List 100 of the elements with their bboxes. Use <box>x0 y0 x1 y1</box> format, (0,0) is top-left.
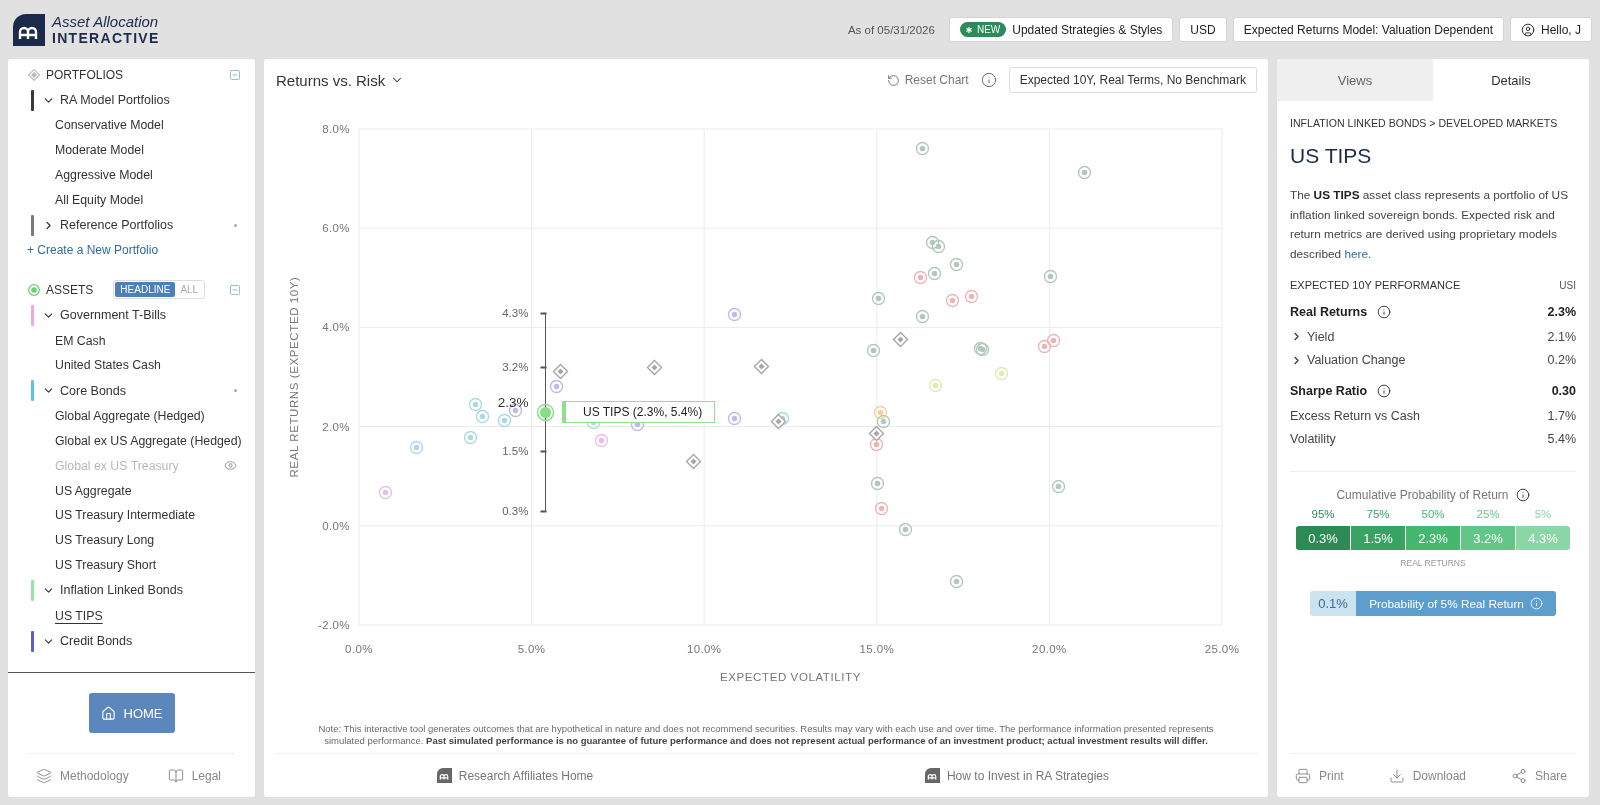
view-settings-button[interactable]: Expected 10Y, Real Terms, No Benchmark <box>1008 67 1257 93</box>
footer-link[interactable]: Research Affiliates Home <box>436 768 594 783</box>
home-button[interactable]: HOME <box>88 693 175 733</box>
tree-item[interactable]: Moderate Model <box>55 143 144 158</box>
range-label: 3.2% <box>502 361 529 374</box>
axis-tick-label: 20.0% <box>1032 643 1067 655</box>
point-tooltip: US TIPS (2.3%, 5.4%) <box>562 401 715 423</box>
currency-label: USI <box>1559 279 1576 291</box>
range-marker <box>540 366 547 369</box>
logo-icon <box>13 13 45 46</box>
axis-title: EXPECTED VOLATILITY <box>720 671 861 683</box>
reset-icon <box>886 73 900 87</box>
tree-item[interactable]: United States Cash <box>55 358 161 373</box>
axis-title: REAL RETURNS (EXPECTED 10Y) <box>288 276 300 478</box>
tree-group-label[interactable]: Reference Portfolios <box>60 218 174 233</box>
section-heading: EXPECTED 10Y PERFORMANCE <box>1290 279 1461 291</box>
diamond-point[interactable] <box>552 363 569 380</box>
diamond-point[interactable] <box>892 331 909 348</box>
tree-item[interactable]: Aggressive Model <box>55 168 153 182</box>
axis-tick-label: 2.0% <box>322 420 350 433</box>
metric-label: Real Returns <box>1290 305 1368 319</box>
tree-item[interactable]: EM Cash <box>55 333 106 348</box>
collapse-icon[interactable] <box>229 283 241 296</box>
asset-description: The US TIPS asset class represents a portfolio of US inflation linked sovereign bonds. Expected risk and return metrics are derived using proprietary models described here. <box>1290 187 1569 263</box>
tree-item[interactable]: Global Aggregate (Hedged) <box>55 409 205 424</box>
tree-item[interactable]: US Aggregate <box>55 483 132 498</box>
tree-item[interactable]: US TIPS <box>55 608 103 623</box>
tree-group-label[interactable]: Inflation Linked Bonds <box>60 583 183 598</box>
app-title: Asset Allocation <box>52 14 160 29</box>
tree-group-label[interactable]: Core Bonds <box>60 383 126 398</box>
book-icon <box>167 767 184 784</box>
axis-tick-label: 0.0% <box>322 519 350 532</box>
ring-icon <box>28 283 40 296</box>
footer-link[interactable]: How to Invest in RA Strategies <box>924 768 1110 783</box>
footer-link[interactable]: Methodology <box>36 767 129 784</box>
toggle-option[interactable]: HEADLINE <box>115 282 176 298</box>
user-menu-button[interactable]: Hello, J <box>1510 17 1592 42</box>
asset-title: US TIPS <box>1290 143 1373 169</box>
printer-icon <box>1295 767 1311 784</box>
diamond-icon <box>28 68 40 81</box>
percentile-label: 5% <box>1533 507 1553 521</box>
tree-item[interactable]: US Treasury Intermediate <box>55 508 196 523</box>
range-label: 2.3% <box>497 394 529 410</box>
create-portfolio-link[interactable]: + Create a New Portfolio <box>27 243 159 258</box>
tree-group-label[interactable]: RA Model Portfolios <box>60 93 170 107</box>
range-label: 0.3% <box>502 504 529 517</box>
here-link[interactable]: here. <box>1344 246 1372 261</box>
diamond-point[interactable] <box>770 413 787 430</box>
tree-item[interactable]: US Treasury Long <box>55 533 155 548</box>
panel-tab[interactable]: Views <box>1277 59 1433 101</box>
axis-tick-label: 25.0% <box>1204 643 1240 655</box>
logo-icon <box>924 768 940 783</box>
info-icon[interactable] <box>980 72 997 88</box>
breadcrumb: INFLATION LINKED BONDS > DEVELOPED MARKETS <box>1290 116 1559 131</box>
percentile-label: 95% <box>1310 507 1336 521</box>
chart-type-dropdown[interactable]: Returns vs. Risk <box>276 71 405 89</box>
updates-button[interactable]: NEW Updated Strategies & Styles <box>948 17 1174 42</box>
footer-link[interactable]: Legal <box>167 767 221 784</box>
diamond-point[interactable] <box>753 358 770 375</box>
range-marker <box>540 510 547 513</box>
info-icon[interactable] <box>1515 488 1530 502</box>
axis-tick-label: 8.0% <box>322 123 350 135</box>
collapse-icon[interactable] <box>229 68 241 81</box>
tree-item[interactable]: All Equity Model <box>55 192 144 207</box>
axis-tick-label: 15.0% <box>859 643 895 655</box>
footer-action[interactable]: Print <box>1295 767 1344 784</box>
range-marker <box>540 312 547 315</box>
share-icon <box>1510 767 1527 784</box>
axis-tick-label: 10.0% <box>686 643 722 655</box>
header-button[interactable]: Expected Returns Model: Valuation Dependent <box>1232 17 1504 42</box>
header-button[interactable]: USD <box>1179 17 1227 42</box>
metric-value: 1.7% <box>1547 408 1576 423</box>
user-icon <box>1521 22 1535 37</box>
diamond-point[interactable] <box>685 453 702 470</box>
info-icon[interactable] <box>1377 384 1392 398</box>
diamond-point[interactable] <box>646 359 663 376</box>
tree-item[interactable]: US Treasury Short <box>55 557 157 572</box>
probability-segment: 2.3% <box>1406 526 1460 550</box>
metric-value: 2.1% <box>1547 329 1576 344</box>
section-title: ASSETS <box>46 282 94 297</box>
highlighted-point[interactable] <box>536 403 555 422</box>
metric-value: 5.4% <box>1547 432 1576 447</box>
info-icon <box>1529 597 1543 610</box>
tree-item[interactable]: Conservative Model <box>55 118 164 133</box>
eye-icon[interactable] <box>224 459 237 473</box>
reset-chart-button[interactable]: Reset Chart <box>886 73 969 87</box>
range-label: 4.3% <box>502 306 529 319</box>
metric-toggle[interactable]: Yield <box>1290 329 1335 344</box>
probability-value: 0.1% <box>1310 591 1356 616</box>
tree-group-label[interactable]: Government T-Bills <box>60 308 167 323</box>
diamond-point[interactable] <box>868 425 885 442</box>
footer-action[interactable]: Download <box>1388 767 1466 784</box>
tree-item[interactable]: Global ex US Aggregate (Hedged) <box>55 433 242 448</box>
tree-group-label[interactable]: Credit Bonds <box>60 634 133 649</box>
info-icon[interactable] <box>1377 305 1392 319</box>
new-badge: NEW <box>959 22 1007 37</box>
percentile-label: 25% <box>1475 507 1501 521</box>
logo-icon <box>436 768 452 783</box>
metric-label: Volatility <box>1290 432 1336 447</box>
footer-action[interactable]: Share <box>1510 767 1567 784</box>
